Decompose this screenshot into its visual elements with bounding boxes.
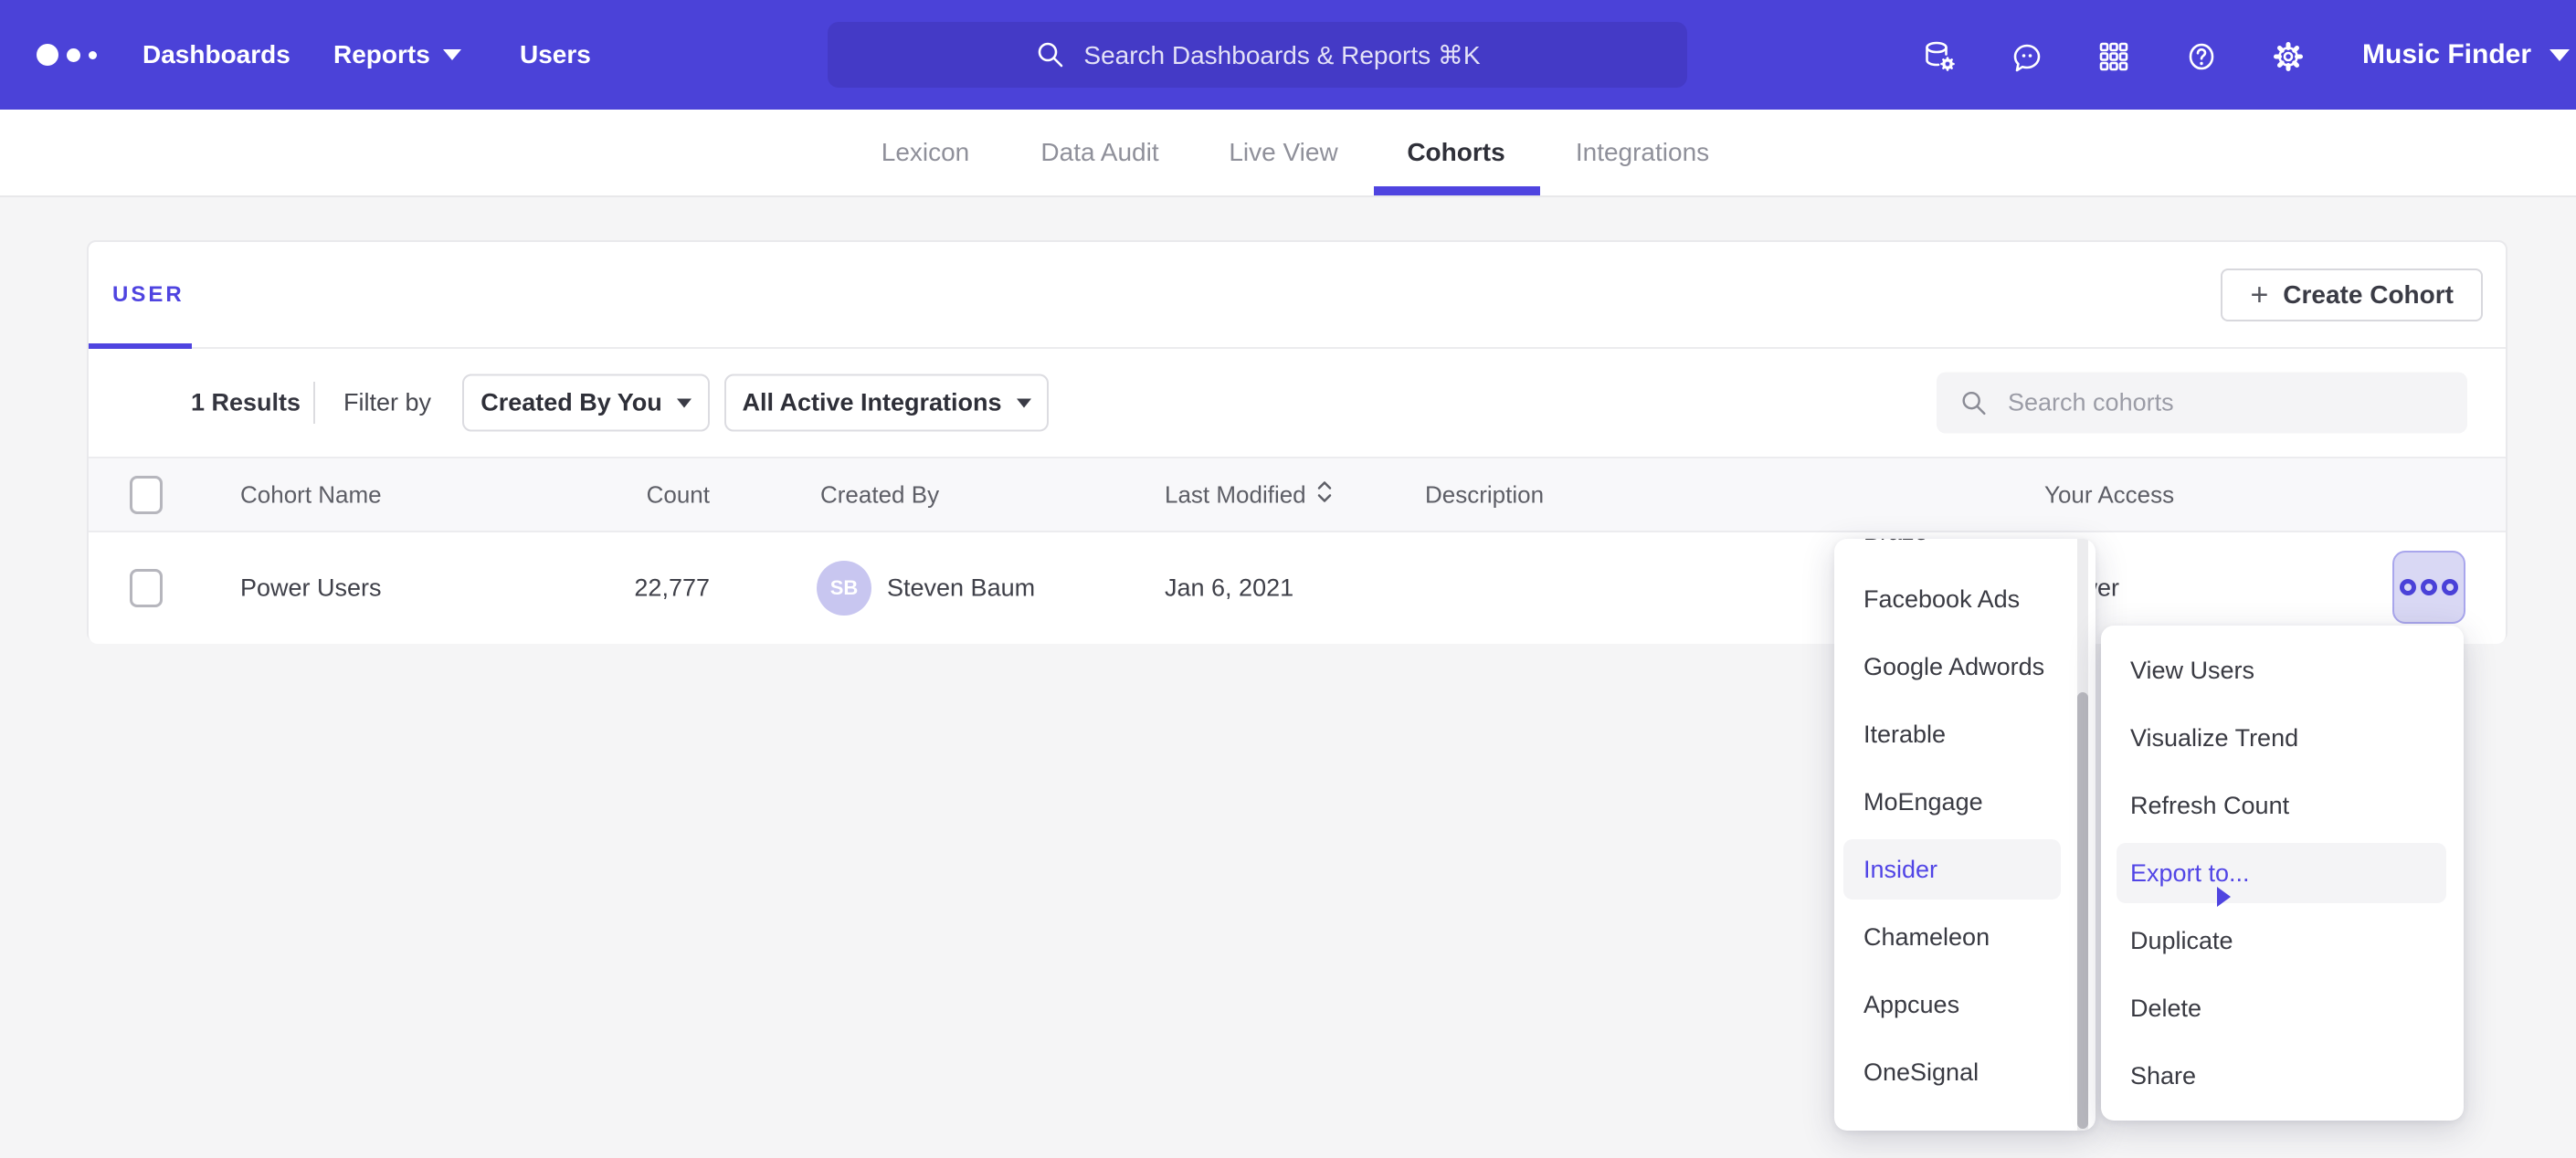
menu-item-insider[interactable]: Insider <box>1834 836 2096 903</box>
filter-by-label: Filter by <box>343 389 431 417</box>
submenu-arrow-icon <box>2217 887 2231 907</box>
project-switcher[interactable]: Music Finder <box>2362 0 2570 110</box>
cohorts-panel: USER + Create Cohort 1 Results Filter by… <box>87 240 2507 642</box>
menu-item-appcues[interactable]: Appcues <box>1834 971 2096 1038</box>
table-header: Cohort Name Count Created By Last Modifi… <box>89 457 2506 532</box>
global-search-input[interactable]: Search Dashboards & Reports ⌘K <box>828 22 1687 88</box>
created-by-name: Steven Baum <box>887 574 1035 603</box>
cohort-count: 22,777 <box>509 574 710 603</box>
menu-item-moengage[interactable]: MoEngage <box>1834 768 2096 836</box>
tab-live-view[interactable]: Live View <box>1229 110 1337 195</box>
cohort-name-link[interactable]: Power Users <box>240 574 382 603</box>
menu-item-google-adwords[interactable]: Google Adwords <box>1834 633 2096 700</box>
nav-users[interactable]: Users <box>520 0 591 110</box>
menu-item-facebook-ads[interactable]: Facebook Ads <box>1834 565 2096 633</box>
tab-integrations[interactable]: Integrations <box>1576 110 1709 195</box>
search-icon <box>1034 38 1067 71</box>
data-settings-icon[interactable] <box>1920 37 1960 77</box>
chevron-down-icon <box>2550 49 2570 61</box>
sort-icon <box>1315 479 1334 511</box>
cohort-search-input[interactable]: Search cohorts <box>1937 373 2467 434</box>
active-tab-underline <box>1374 186 1540 195</box>
select-all-checkbox[interactable] <box>130 476 163 514</box>
col-last-modified[interactable]: Last Modified <box>1165 479 1334 511</box>
cohort-type-tabs: USER + Create Cohort <box>89 242 2506 349</box>
chevron-down-icon <box>443 49 461 60</box>
col-created-by: Created By <box>820 480 939 509</box>
menu-item-onesignal[interactable]: OneSignal <box>1834 1038 2096 1106</box>
col-cohort-name: Cohort Name <box>240 480 382 509</box>
project-name: Music Finder <box>2362 39 2531 70</box>
row-checkbox[interactable] <box>130 569 163 607</box>
plus-icon: + <box>2250 279 2268 311</box>
mixpanel-logo-icon[interactable] <box>37 0 97 110</box>
help-icon[interactable] <box>2181 37 2222 77</box>
col-your-access: Your Access <box>2044 480 2174 509</box>
nav-dashboards-label: Dashboards <box>143 40 290 69</box>
created-by-filter[interactable]: Created By You <box>462 374 710 432</box>
menu-item-iterable[interactable]: Iterable <box>1834 700 2096 768</box>
menu-item-share[interactable]: Share <box>2101 1042 2464 1110</box>
menu-item-export-to[interactable]: Export to... <box>2101 839 2464 907</box>
nav-dashboards[interactable]: Dashboards <box>143 0 290 110</box>
nav-reports[interactable]: Reports <box>333 0 461 110</box>
scrollbar-track <box>2077 539 2088 1131</box>
menu-item-delete[interactable]: Delete <box>2101 974 2464 1042</box>
last-modified-date: Jan 6, 2021 <box>1165 574 1293 603</box>
feedback-icon[interactable] <box>2007 37 2047 77</box>
ellipsis-icon <box>2400 579 2416 595</box>
divider <box>313 382 315 424</box>
menu-item-view-users[interactable]: View Users <box>2101 637 2464 704</box>
chevron-down-icon <box>1017 398 1031 407</box>
search-icon <box>1958 387 1990 418</box>
menu-item-chameleon[interactable]: Chameleon <box>1834 903 2096 971</box>
nav-reports-label: Reports <box>333 40 430 69</box>
filter-toolbar: 1 Results Filter by Created By You All A… <box>89 349 2506 457</box>
apps-grid-icon[interactable] <box>2094 37 2134 77</box>
create-cohort-button[interactable]: + Create Cohort <box>2221 268 2483 321</box>
export-destinations-menu: Braze Facebook Ads Google Adwords Iterab… <box>1834 539 2096 1131</box>
tab-cohorts[interactable]: Cohorts <box>1407 110 1504 195</box>
tab-user-cohorts[interactable]: USER <box>112 242 185 347</box>
tab-data-audit[interactable]: Data Audit <box>1040 110 1158 195</box>
global-search-placeholder: Search Dashboards & Reports ⌘K <box>1083 40 1480 70</box>
row-actions-button[interactable] <box>2392 551 2465 624</box>
menu-item-refresh-count[interactable]: Refresh Count <box>2101 772 2464 839</box>
menu-item-duplicate[interactable]: Duplicate <box>2101 907 2464 974</box>
ellipsis-icon <box>2442 579 2458 595</box>
cohort-search-placeholder: Search cohorts <box>2008 389 2174 417</box>
avatar: SB <box>817 561 871 616</box>
menu-item-braze[interactable]: Braze <box>1834 539 2096 565</box>
nav-users-label: Users <box>520 40 591 69</box>
col-description: Description <box>1425 480 1544 509</box>
results-count: 1 Results <box>191 389 301 417</box>
top-nav: Dashboards Reports Users Search Dashboar… <box>0 0 2576 110</box>
menu-item-visualize-trend[interactable]: Visualize Trend <box>2101 704 2464 772</box>
settings-gear-icon[interactable] <box>2268 37 2308 77</box>
section-tabs: Lexicon Data Audit Live View Cohorts Int… <box>0 110 2576 197</box>
create-cohort-label: Create Cohort <box>2283 280 2454 310</box>
col-count: Count <box>509 480 710 509</box>
chevron-down-icon <box>677 398 692 407</box>
ellipsis-icon <box>2421 579 2437 595</box>
tab-lexicon[interactable]: Lexicon <box>882 110 970 195</box>
scrollbar-thumb[interactable] <box>2077 692 2088 1129</box>
row-actions-menu: View Users Visualize Trend Refresh Count… <box>2101 626 2464 1121</box>
integrations-filter[interactable]: All Active Integrations <box>724 374 1049 432</box>
